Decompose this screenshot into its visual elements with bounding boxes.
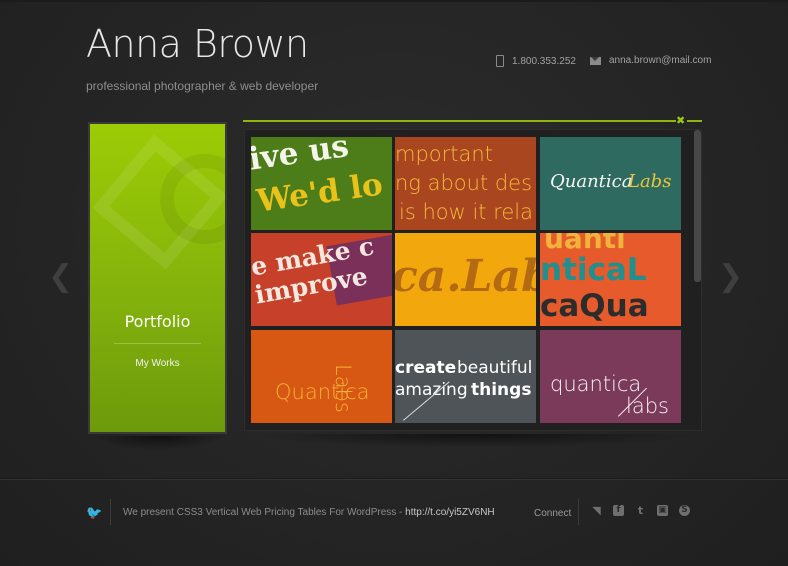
gallery-top-bar	[243, 120, 676, 122]
thumbnail-text: labs	[626, 394, 669, 418]
thumbnail-text: mportant	[395, 142, 493, 166]
contact-email[interactable]: anna.brown@mail.com	[590, 55, 711, 66]
portfolio-title: Portfolio	[124, 312, 191, 331]
gallery-thumbnail[interactable]: create beautiful amazing things	[395, 330, 536, 423]
close-icon[interactable]: ✖	[676, 114, 685, 127]
top-border	[0, 0, 788, 2]
thumbnail-text: Labs	[331, 364, 355, 413]
connect-label: Connect	[534, 508, 572, 519]
phone-icon	[496, 55, 504, 67]
gallery-thumbnail[interactable]: Quantica Labs	[540, 137, 681, 230]
footer-divider-highlight	[0, 479, 788, 480]
thumbnail-text: ng about des	[395, 171, 533, 195]
thumbnail-text: ive us	[251, 137, 351, 178]
thumbnail-text: quantica	[550, 372, 642, 396]
thumbnail-text: ca.Lab	[395, 251, 536, 302]
rss-icon[interactable]: ◥	[591, 505, 602, 516]
site-title[interactable]: Anna Brown	[86, 22, 309, 66]
gallery-thumbnail[interactable]: ca.Lab	[395, 233, 536, 326]
gallery-scrollbar[interactable]	[694, 130, 701, 282]
latest-tweet: We present CSS3 Vertical Web Pricing Tab…	[123, 507, 495, 518]
gallery-thumbnail[interactable]: e make c improve	[251, 233, 392, 326]
gallery-thumbnail[interactable]: uanti nticaL caQua	[540, 233, 681, 326]
thumbnail-text: is how it rela	[399, 200, 533, 224]
footer-separator	[110, 499, 111, 525]
thumbnail-text: things	[471, 380, 532, 400]
thumbnail-text: nticaL	[540, 252, 647, 288]
portfolio-tile[interactable]: Portfolio My Works	[88, 122, 227, 434]
next-arrow-icon[interactable]: ❯	[718, 259, 743, 294]
portfolio-subtitle: My Works	[135, 358, 180, 369]
gallery-thumbnail[interactable]: quantica labs	[540, 330, 681, 423]
twitter-icon[interactable]: t	[635, 505, 646, 516]
mail-icon	[590, 56, 601, 65]
stumbleupon-icon[interactable]: ▣	[657, 505, 668, 516]
thumbnail-text: uanti	[544, 233, 626, 255]
contact-phone: 1.800.353.252	[496, 55, 576, 67]
thumbnail-text: beautiful	[457, 358, 533, 378]
thumbnail-text: Quantica	[550, 171, 633, 192]
skype-icon[interactable]: S	[679, 505, 690, 516]
tweet-link[interactable]: http://t.co/yi5ZV6NH	[405, 507, 494, 518]
site-tagline: professional photographer & web develope…	[86, 79, 319, 93]
thumbnail-text: create	[395, 358, 457, 378]
portfolio-tile-shadow	[92, 436, 225, 450]
phone-number: 1.800.353.252	[512, 55, 576, 67]
gallery-thumbnail[interactable]: Quantica Labs	[251, 330, 392, 423]
email-address[interactable]: anna.brown@mail.com	[609, 55, 711, 66]
gallery-thumbnail[interactable]: ive us We'd lo	[251, 137, 392, 230]
thumbnail-text: Quantica	[275, 380, 370, 404]
tweet-text: We present CSS3 Vertical Web Pricing Tab…	[123, 507, 406, 518]
thumbnail-text: Labs	[628, 171, 672, 192]
prev-arrow-icon[interactable]: ❮	[48, 259, 73, 294]
facebook-icon[interactable]: f	[613, 505, 624, 516]
gallery-thumbnail[interactable]: mportant ng about des is how it rela	[395, 137, 536, 230]
thumbnail-text: caQua	[540, 288, 649, 324]
footer-separator	[578, 499, 579, 525]
portfolio-divider	[114, 343, 201, 344]
twitter-bird-icon[interactable]: 🐦	[86, 506, 102, 521]
thumbnail-text: We'd lo	[254, 166, 385, 220]
gallery-shadow	[250, 434, 698, 448]
gallery-top-bar-end	[687, 120, 702, 122]
